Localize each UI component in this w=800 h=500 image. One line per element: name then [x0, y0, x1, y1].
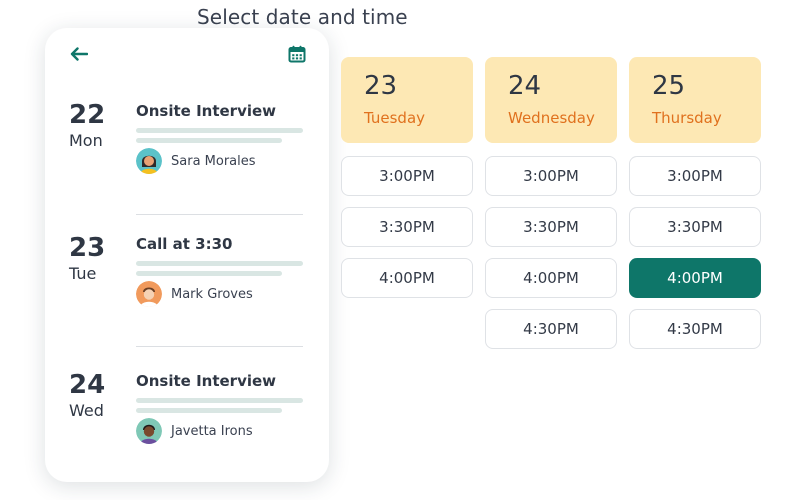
time-slot-button[interactable]: 4:30PM [485, 309, 617, 349]
event-date: 24 Wed [69, 370, 129, 422]
date-weekday: Tuesday [364, 109, 426, 127]
date-number: 25 [652, 71, 686, 101]
placeholder-line [136, 271, 282, 276]
event-title: Onsite Interview [136, 372, 277, 390]
event-weekday: Mon [69, 131, 103, 150]
event-day: 24 [69, 370, 106, 400]
time-slot-button[interactable]: 3:00PM [341, 156, 473, 196]
event-item[interactable]: 24 Wed Onsite Interview Javetta Irons [45, 370, 329, 490]
event-weekday: Wed [69, 401, 104, 420]
event-title: Call at 3:30 [136, 235, 233, 253]
event-day: 23 [69, 233, 106, 263]
event-person: Javetta Irons [136, 418, 253, 444]
event-person: Sara Morales [136, 148, 256, 174]
time-slot-button[interactable]: 3:30PM [485, 207, 617, 247]
divider [136, 346, 303, 347]
calendar-button[interactable] [286, 43, 308, 65]
time-slot-button-selected[interactable]: 4:00PM [629, 258, 761, 298]
event-title: Onsite Interview [136, 102, 277, 120]
event-date: 22 Mon [69, 100, 129, 152]
time-slot-button[interactable]: 3:00PM [629, 156, 761, 196]
time-slot-button[interactable]: 4:00PM [341, 258, 473, 298]
person-name: Javetta Irons [171, 423, 253, 439]
time-slot-button[interactable]: 4:00PM [485, 258, 617, 298]
date-weekday: Wednesday [508, 109, 595, 127]
phone-card: 22 Mon Onsite Interview Sara Morales 23 … [45, 28, 329, 482]
date-number: 24 [508, 71, 542, 101]
placeholder-line [136, 261, 303, 266]
date-card[interactable]: 23 Tuesday [341, 57, 473, 143]
arrow-left-icon [70, 47, 88, 61]
placeholder-line [136, 138, 282, 143]
placeholder-line [136, 128, 303, 133]
event-item[interactable]: 22 Mon Onsite Interview Sara Morales [45, 100, 329, 220]
placeholder-line [136, 398, 303, 403]
date-weekday: Thursday [652, 109, 722, 127]
divider [136, 214, 303, 215]
day-column-wednesday: 24 Wednesday 3:00PM 3:30PM 4:00PM 4:30PM [485, 57, 617, 349]
event-item[interactable]: 23 Tue Call at 3:30 Mark Groves [45, 233, 329, 353]
time-slot-button[interactable]: 3:30PM [629, 207, 761, 247]
date-card[interactable]: 24 Wednesday [485, 57, 617, 143]
person-name: Sara Morales [171, 153, 256, 169]
date-number: 23 [364, 71, 398, 101]
avatar [136, 281, 162, 307]
date-card[interactable]: 25 Thursday [629, 57, 761, 143]
placeholder-line [136, 408, 282, 413]
person-name: Mark Groves [171, 286, 253, 302]
time-slot-button[interactable]: 3:30PM [341, 207, 473, 247]
back-button[interactable] [68, 43, 90, 65]
calendar-icon [288, 45, 306, 63]
event-weekday: Tue [69, 264, 97, 283]
avatar [136, 148, 162, 174]
avatar [136, 418, 162, 444]
event-day: 22 [69, 100, 106, 130]
day-column-thursday: 25 Thursday 3:00PM 3:30PM 4:00PM 4:30PM [629, 57, 761, 349]
time-slot-button[interactable]: 4:30PM [629, 309, 761, 349]
event-date: 23 Tue [69, 233, 129, 285]
event-person: Mark Groves [136, 281, 253, 307]
page-title: Select date and time [197, 5, 408, 29]
time-slot-button[interactable]: 3:00PM [485, 156, 617, 196]
day-column-tuesday: 23 Tuesday 3:00PM 3:30PM 4:00PM [341, 57, 473, 298]
